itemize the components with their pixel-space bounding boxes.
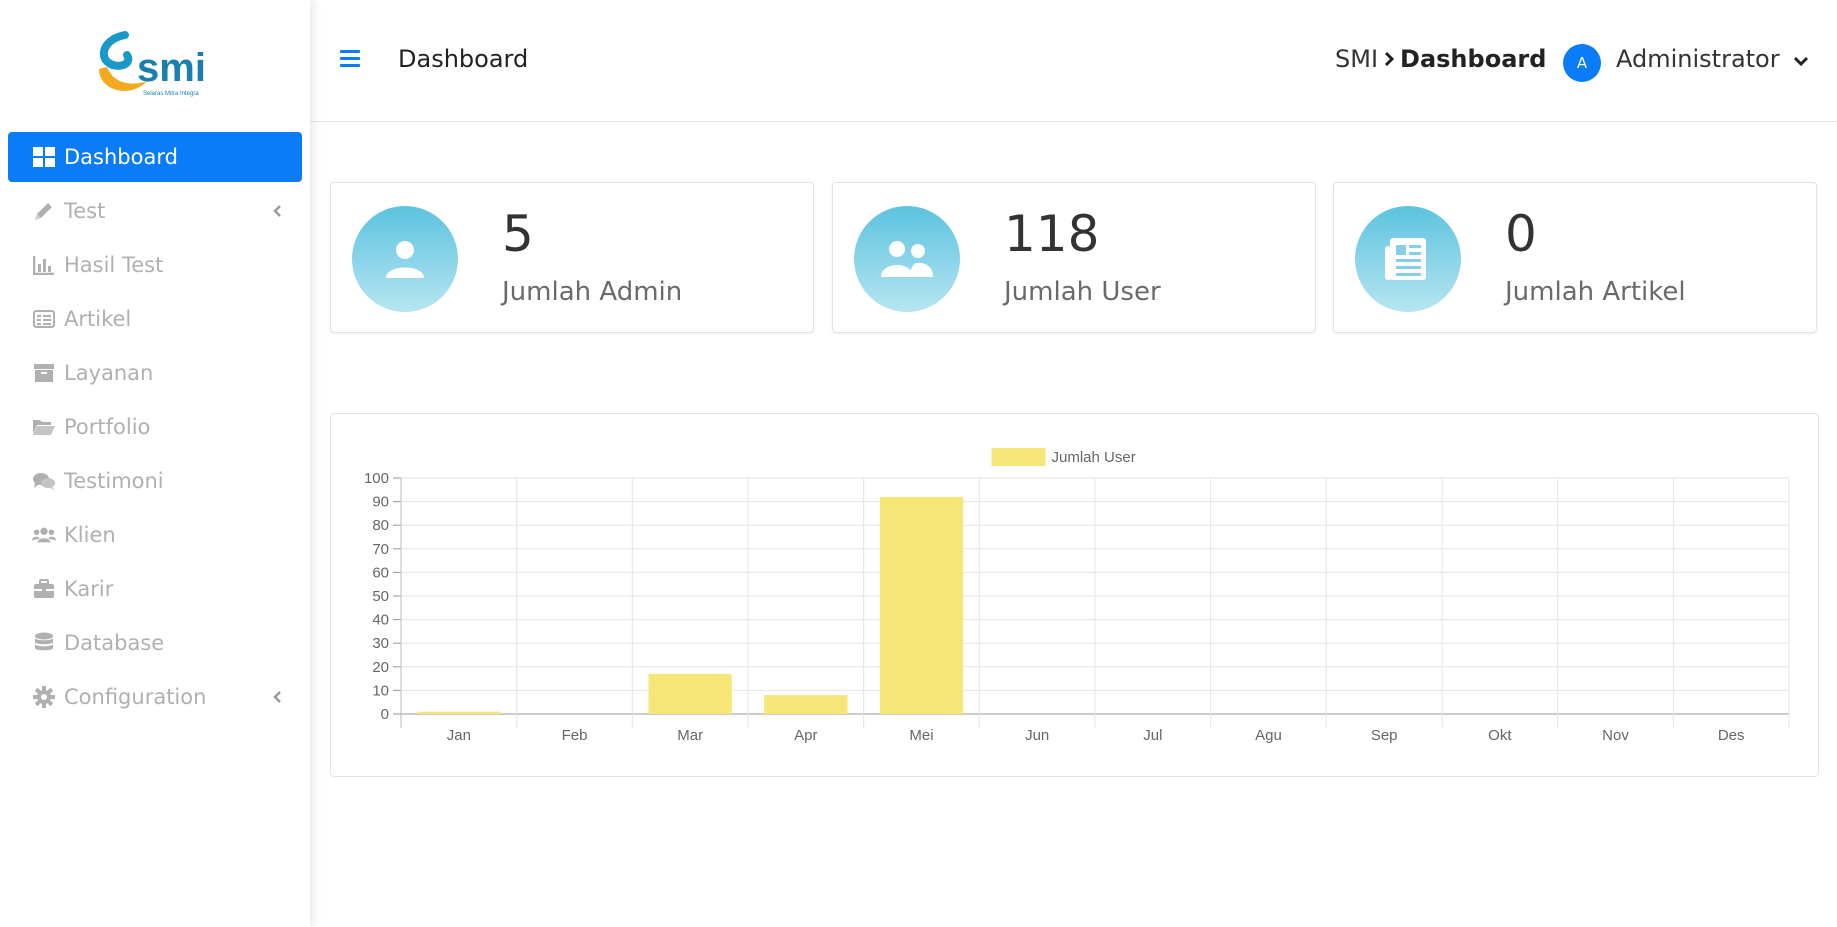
- hamburger-menu-icon[interactable]: [340, 50, 360, 68]
- stat-label: Jumlah User: [1004, 277, 1161, 307]
- logo-tagline: Selaras Mitra Integra: [143, 91, 199, 97]
- y-tick-label: 70: [372, 541, 389, 558]
- chevron-down-icon[interactable]: [1793, 52, 1809, 71]
- x-tick-label: Mar: [677, 727, 703, 744]
- user-chart-card: 0 10 20 30 40 50 60 70 80 90 100 Jan Feb Mar Apr Mei Jun…: [330, 413, 1819, 777]
- chevron-left-icon: [272, 199, 282, 223]
- user-name[interactable]: Administrator: [1616, 45, 1780, 73]
- stat-label: Jumlah Artikel: [1505, 277, 1686, 307]
- top-header: Dashboard SMI Dashboard A Administrator: [310, 0, 1837, 122]
- sidebar: smi Selaras Mitra Integra Dashboard Test…: [0, 0, 310, 927]
- y-tick-label: 50: [372, 588, 389, 605]
- sidebar-item-test[interactable]: Test: [8, 186, 302, 236]
- y-tick-label: 80: [372, 517, 389, 534]
- logo-text: smi: [137, 46, 206, 90]
- sidebar-item-portfolio[interactable]: Portfolio: [8, 402, 302, 452]
- breadcrumb: SMI Dashboard: [1335, 45, 1546, 73]
- y-tick-label: 0: [381, 706, 389, 723]
- newspaper-icon: [1355, 206, 1461, 312]
- legend-label[interactable]: Jumlah User: [1052, 449, 1136, 466]
- sidebar-menu: Dashboard Test Hasil Test Artikel Layana…: [0, 122, 310, 722]
- briefcase-icon: [32, 577, 56, 601]
- sidebar-item-dashboard[interactable]: Dashboard: [8, 132, 302, 182]
- y-tick-label: 60: [372, 564, 389, 581]
- x-tick-label: Feb: [562, 727, 588, 744]
- stat-card-artikel: 0 Jumlah Artikel: [1333, 182, 1817, 333]
- breadcrumb-current: Dashboard: [1400, 45, 1547, 73]
- breadcrumb-root[interactable]: SMI: [1335, 45, 1378, 73]
- sidebar-item-label: Testimoni: [64, 469, 164, 493]
- folder-open-icon: [32, 415, 56, 439]
- sidebar-item-layanan[interactable]: Layanan: [8, 348, 302, 398]
- sidebar-item-testimoni[interactable]: Testimoni: [8, 456, 302, 506]
- y-tick-label: 20: [372, 659, 389, 676]
- y-tick-label: 40: [372, 612, 389, 629]
- x-tick-label: Nov: [1602, 727, 1629, 744]
- chevron-left-icon: [272, 685, 282, 709]
- bar-mei[interactable]: [879, 496, 964, 714]
- stat-value: 5: [502, 205, 534, 263]
- page-title: Dashboard: [398, 45, 529, 73]
- sidebar-item-artikel[interactable]: Artikel: [8, 294, 302, 344]
- stat-value: 0: [1505, 205, 1537, 263]
- sidebar-item-label: Configuration: [64, 685, 207, 709]
- gear-icon: [32, 685, 56, 709]
- sidebar-item-configuration[interactable]: Configuration: [8, 672, 302, 722]
- x-tick-label: Jun: [1025, 727, 1049, 744]
- y-tick-label: 100: [364, 470, 389, 487]
- sidebar-item-label: Dashboard: [64, 145, 178, 169]
- x-tick-label: Sep: [1371, 727, 1398, 744]
- sidebar-item-label: Layanan: [64, 361, 154, 385]
- grid-icon: [32, 145, 56, 169]
- sidebar-item-label: Artikel: [64, 307, 132, 331]
- list-alt-icon: [32, 307, 56, 331]
- x-tick-label: Jul: [1143, 727, 1162, 744]
- archive-icon: [32, 361, 56, 385]
- pencil-icon: [32, 199, 56, 223]
- bar-apr[interactable]: [764, 695, 848, 714]
- stat-card-admin: 5 Jumlah Admin: [330, 182, 814, 333]
- sidebar-item-label: Klien: [64, 523, 116, 547]
- stat-card-user: 118 Jumlah User: [832, 182, 1316, 333]
- database-icon: [32, 631, 56, 655]
- x-tick-label: Agu: [1255, 727, 1282, 744]
- comments-icon: [32, 469, 56, 493]
- x-tick-label: Okt: [1488, 727, 1512, 744]
- users-icon: [32, 523, 56, 547]
- bar-mar[interactable]: [648, 673, 732, 714]
- sidebar-item-label: Karir: [64, 577, 114, 601]
- smi-logo[interactable]: smi Selaras Mitra Integra: [0, 0, 310, 122]
- x-tick-label: Des: [1718, 727, 1745, 744]
- y-tick-label: 30: [372, 635, 389, 652]
- x-tick-label: Apr: [794, 727, 817, 744]
- stat-value: 118: [1004, 205, 1100, 263]
- legend-swatch[interactable]: [991, 448, 1046, 466]
- sidebar-item-label: Hasil Test: [64, 253, 164, 277]
- sidebar-item-label: Test: [64, 199, 106, 223]
- y-tick-label: 10: [372, 682, 389, 699]
- x-tick-label: Jan: [447, 727, 471, 744]
- bar-jan[interactable]: [417, 711, 501, 714]
- sidebar-item-label: Portfolio: [64, 415, 151, 439]
- stat-label: Jumlah Admin: [502, 277, 683, 307]
- users-icon: [854, 206, 960, 312]
- user-icon: [352, 206, 458, 312]
- sidebar-item-klien[interactable]: Klien: [8, 510, 302, 560]
- breadcrumb-separator-icon: [1384, 45, 1395, 73]
- avatar[interactable]: A: [1563, 44, 1601, 82]
- user-bar-chart: 0 10 20 30 40 50 60 70 80 90 100 Jan Feb Mar Apr Mei Jun…: [364, 448, 1790, 744]
- x-tick-label: Mei: [909, 727, 933, 744]
- sidebar-item-database[interactable]: Database: [8, 618, 302, 668]
- sidebar-item-hasil-test[interactable]: Hasil Test: [8, 240, 302, 290]
- y-tick-label: 90: [372, 494, 389, 511]
- sidebar-item-label: Database: [64, 631, 165, 655]
- sidebar-item-karir[interactable]: Karir: [8, 564, 302, 614]
- bar-chart-icon: [32, 253, 56, 277]
